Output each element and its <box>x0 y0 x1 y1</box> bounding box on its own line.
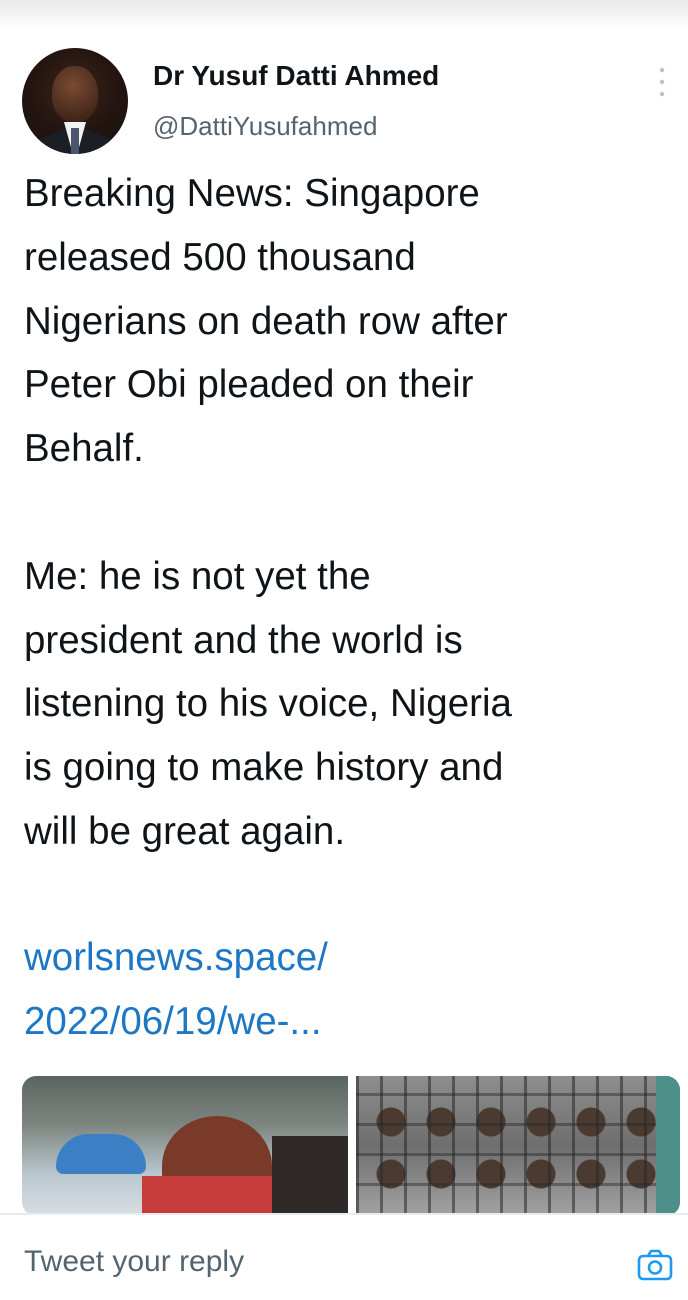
tweet-link[interactable]: worlsnews.space/ 2022/06/19/we-... <box>24 926 664 1054</box>
image-edge <box>656 1076 680 1216</box>
image-prison-bars <box>356 1076 680 1216</box>
image-figure-cap <box>56 1134 146 1174</box>
media-grid[interactable] <box>22 1076 680 1216</box>
avatar-face <box>52 66 98 122</box>
reply-input[interactable]: Tweet your reply <box>24 1245 244 1279</box>
media-image-2[interactable] <box>356 1076 680 1216</box>
avatar-tie <box>71 128 79 154</box>
avatar[interactable] <box>22 48 128 154</box>
image-figure-crowd <box>272 1136 348 1216</box>
author-handle[interactable]: @DattiYusufahmed <box>153 111 377 142</box>
author-name[interactable]: Dr Yusuf Datti Ahmed <box>153 60 439 92</box>
camera-icon[interactable] <box>637 1249 673 1281</box>
top-shade <box>0 0 688 30</box>
media-image-1[interactable] <box>22 1076 348 1216</box>
reply-bar: Tweet your reply <box>0 1213 688 1300</box>
tweet-header: Dr Yusuf Datti Ahmed @DattiYusufahmed <box>0 40 688 155</box>
tweet-text: Breaking News: Singapore released 500 th… <box>24 172 512 853</box>
more-options-icon[interactable] <box>650 62 674 102</box>
